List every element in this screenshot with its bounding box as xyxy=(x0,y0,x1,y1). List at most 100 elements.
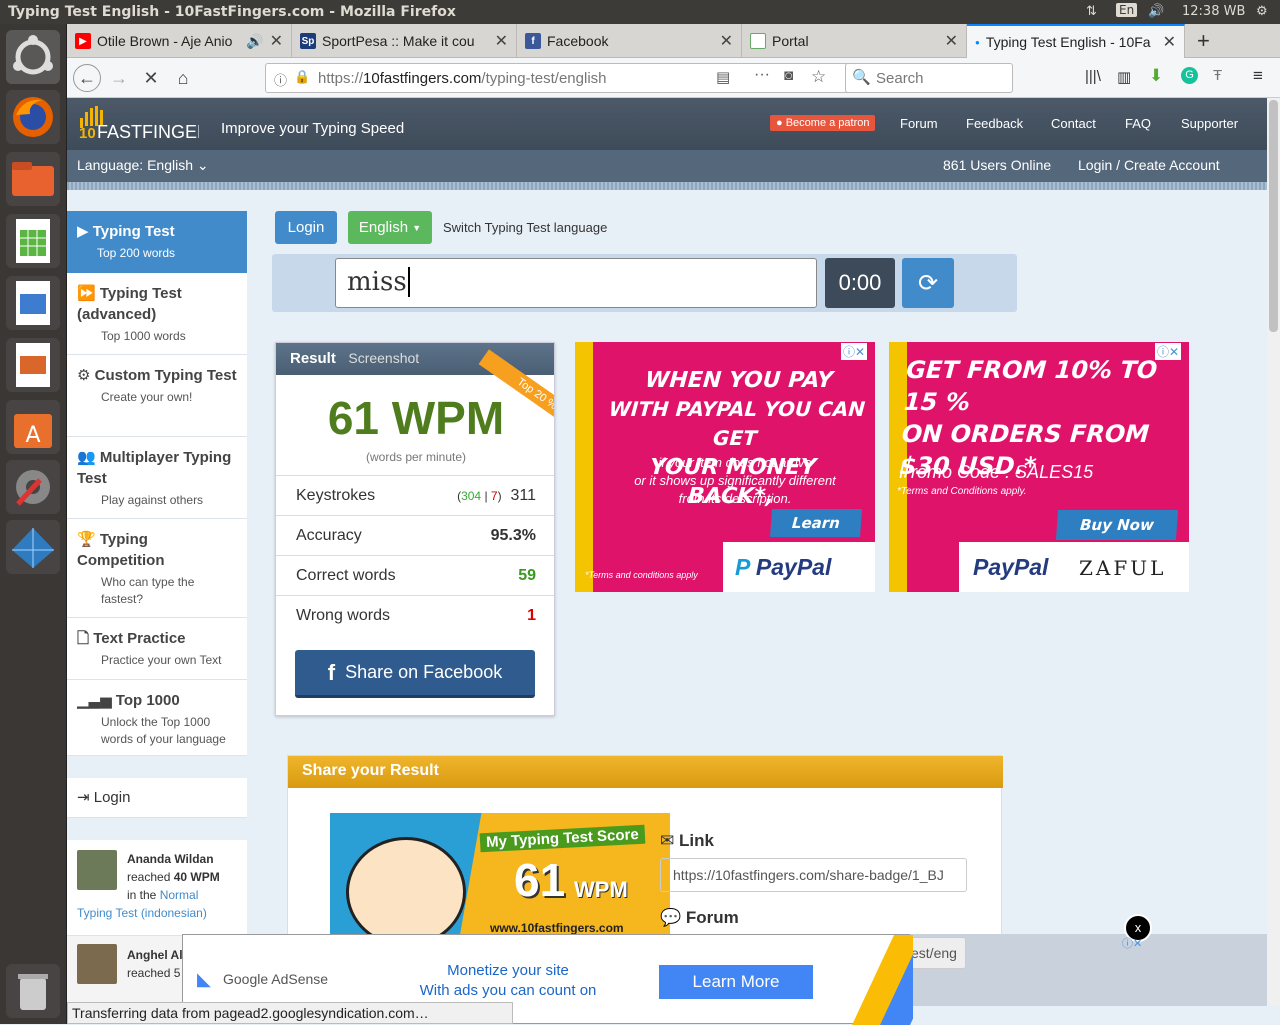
activity-name[interactable]: Ananda Wildan xyxy=(127,852,214,866)
home-icon[interactable]: ⌂ xyxy=(169,64,197,92)
firefox-icon[interactable] xyxy=(6,90,60,144)
tab-typing-test[interactable]: ● Typing Test English - 10Fa ✕ xyxy=(967,24,1185,58)
login-button[interactable]: Login xyxy=(275,211,337,244)
wpm-sub: (words per minute) xyxy=(365,450,467,464)
info-icon[interactable]: ⓘ xyxy=(274,70,287,89)
share-facebook-button[interactable]: f Share on Facebook xyxy=(295,650,535,698)
nav-supporter[interactable]: Supporter xyxy=(1181,116,1238,131)
new-tab-plus-icon[interactable]: + xyxy=(1197,28,1210,54)
ad-buy-now-button[interactable]: Buy Now xyxy=(1055,510,1179,540)
bookmark-star-icon[interactable]: ☆ xyxy=(811,67,826,87)
back-arrow-icon[interactable]: ← xyxy=(73,64,101,92)
tab-sportpesa[interactable]: Sp SportPesa :: Make it cou ✕ xyxy=(292,24,517,58)
become-patron-button[interactable]: ● Become a patron xyxy=(770,115,876,131)
search-bar[interactable]: 🔍 Search xyxy=(845,63,1013,93)
libreoffice-draw-icon[interactable] xyxy=(6,276,60,330)
volume-icon[interactable]: 🔊 xyxy=(1148,4,1164,19)
score-badge-image[interactable]: My Typing Test Score 61 WPM www.10fastfi… xyxy=(330,813,670,943)
forum-input-partial[interactable]: est/eng xyxy=(906,937,966,969)
url-bar[interactable]: ⓘ 🔒 https://10fastfingers.com/typing-tes… xyxy=(265,63,905,93)
sidebar-item-top-1000[interactable]: ▁▃▅ Top 1000 Unlock the Top 1000 words o… xyxy=(67,680,247,756)
reload-icon[interactable]: ⟳ xyxy=(902,258,954,308)
ad-choices-icon[interactable]: ⓘ✕ xyxy=(1122,935,1142,951)
language-select-button[interactable]: English ▼ xyxy=(348,211,432,244)
sidebar-item-title: Top 1000 xyxy=(115,692,180,709)
keyboard-layout[interactable]: En xyxy=(1116,3,1138,17)
avatar[interactable] xyxy=(77,944,117,984)
grammarly-icon[interactable]: G xyxy=(1181,67,1198,84)
zaful-ad-right[interactable]: ⓘ✕ GET FROM 10% TO 15 % ON ORDERS FROM $… xyxy=(889,342,1189,592)
clock[interactable]: 12:38 WB xyxy=(1182,4,1245,19)
sidebar-icon[interactable]: ▥ xyxy=(1117,68,1131,86)
reader-view-icon[interactable]: ▤ xyxy=(716,68,730,86)
sidebar-item-custom-typing-test[interactable]: ⚙ Custom Typing Test Create your own! xyxy=(67,355,247,437)
nav-feedback[interactable]: Feedback xyxy=(966,116,1023,131)
speaker-icon[interactable]: 🔊 xyxy=(246,33,263,50)
ad-choices-icon[interactable]: ⓘ✕ xyxy=(841,343,868,360)
sidebar-item-typing-test[interactable]: ▶ Typing Test Top 200 words xyxy=(67,211,247,273)
page-actions-icon[interactable]: ··· xyxy=(754,66,770,84)
row-label: Keystrokes xyxy=(296,486,376,504)
site-logo[interactable]: 10 FASTFINGERS xyxy=(79,104,222,145)
create-account-link[interactable]: Create Account xyxy=(1124,157,1220,173)
network-icon[interactable]: ⇅ xyxy=(1086,4,1097,19)
close-tab-icon[interactable]: ✕ xyxy=(945,31,958,51)
ubuntu-dash-icon[interactable] xyxy=(6,30,60,84)
files-icon[interactable] xyxy=(6,152,60,206)
system-settings-icon[interactable] xyxy=(6,460,60,514)
tab-youtube[interactable]: ▶ Otile Brown - Aje Anio 🔊 ✕ xyxy=(67,24,292,58)
language-dropdown[interactable]: Language: English ⌄ xyxy=(77,157,209,174)
language-label: Language: English xyxy=(77,157,193,173)
translate-icon[interactable]: Ŧ xyxy=(1213,67,1222,84)
download-arrow-icon[interactable]: ⬇ xyxy=(1149,66,1163,86)
libreoffice-calc-icon[interactable] xyxy=(6,214,60,268)
sidebar-item-typing-test-advanced[interactable]: ⏩ Typing Test (advanced) Top 1000 words xyxy=(67,273,247,355)
header-login-link[interactable]: Login xyxy=(1078,157,1112,173)
settings-gear-icon[interactable]: ⚙ xyxy=(1256,4,1268,19)
nav-forum[interactable]: Forum xyxy=(900,116,938,131)
paypal-ad-left[interactable]: ⓘ✕ WHEN YOU PAY WITH PAYPAL YOU CAN GET … xyxy=(575,342,875,592)
workspace-switcher-icon[interactable] xyxy=(6,520,60,574)
typing-input[interactable]: miss xyxy=(335,258,817,308)
trophy-icon: 🏆 xyxy=(77,531,100,548)
activity-mode-link[interactable]: Normal xyxy=(160,888,199,902)
svg-text:10: 10 xyxy=(79,125,96,142)
close-tab-icon[interactable]: ✕ xyxy=(1163,32,1176,52)
close-tab-icon[interactable]: ✕ xyxy=(270,31,283,51)
lock-icon[interactable]: 🔒 xyxy=(294,69,310,85)
forward-arrow-icon[interactable]: → xyxy=(105,64,133,92)
sidebar-item-competition[interactable]: 🏆 Typing Competition Who can type the fa… xyxy=(67,519,247,618)
tab-screenshot[interactable]: Screenshot xyxy=(348,350,419,366)
hamburger-menu-icon[interactable]: ≡ xyxy=(1253,66,1263,86)
library-icon[interactable]: |||\ xyxy=(1085,68,1101,85)
scrollbar-thumb[interactable] xyxy=(1269,100,1278,332)
activity-test-link[interactable]: Typing Test (indonesian) xyxy=(77,904,237,922)
activity-wpm: 40 WPM xyxy=(173,870,220,884)
sidebar-item-multiplayer[interactable]: 👥 Multiplayer Typing Test Play against o… xyxy=(67,437,247,519)
tab-result[interactable]: Result xyxy=(290,350,336,367)
software-center-icon[interactable]: A xyxy=(6,400,60,454)
nav-contact[interactable]: Contact xyxy=(1051,116,1096,131)
pocket-icon[interactable]: ◙ xyxy=(784,67,793,84)
tab-portal[interactable]: Portal ✕ xyxy=(742,24,967,58)
trash-icon[interactable] xyxy=(6,964,60,1018)
envelope-icon: ✉ xyxy=(660,831,679,850)
ad-terms: *Terms and Conditions apply. xyxy=(897,486,1027,497)
sidebar-login[interactable]: ⇥ Login xyxy=(67,778,247,818)
adsense-learn-more-button[interactable]: Learn More xyxy=(659,965,813,999)
row-label: Wrong words xyxy=(296,606,390,624)
close-tab-icon[interactable]: ✕ xyxy=(720,31,733,51)
paypal-logo-text: PayPal xyxy=(755,554,832,580)
tab-facebook[interactable]: f Facebook ✕ xyxy=(517,24,742,58)
page-scrollbar[interactable] xyxy=(1267,98,1280,1006)
share-link-input[interactable]: https://10fastfingers.com/share-badge/1_… xyxy=(660,858,967,892)
close-tab-icon[interactable]: ✕ xyxy=(495,31,508,51)
sidebar-item-text-practice[interactable]: 🗋 Text Practice Practice your own Text xyxy=(67,618,247,680)
libreoffice-impress-icon[interactable] xyxy=(6,338,60,392)
signal-icon: ▁▃▅ xyxy=(77,692,116,709)
ad-learn-more-button[interactable]: Learn more xyxy=(770,509,862,560)
adsense-line-1: Monetize your site xyxy=(447,962,569,979)
stop-x-icon[interactable]: ✕ xyxy=(137,64,165,92)
nav-faq[interactable]: FAQ xyxy=(1125,116,1151,131)
avatar[interactable] xyxy=(77,850,117,890)
